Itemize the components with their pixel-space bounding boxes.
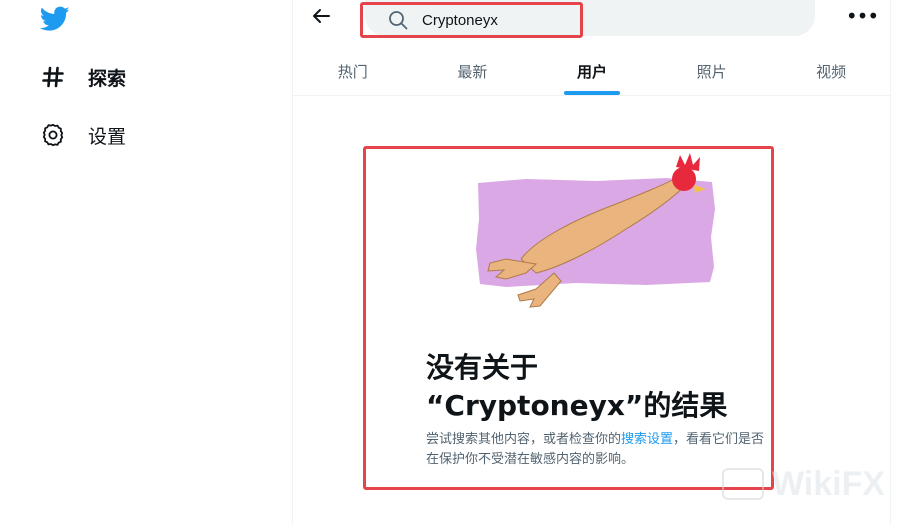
desc-text-before: 尝试搜索其他内容，或者检查你的: [426, 432, 622, 447]
tab-latest[interactable]: 最新: [413, 46, 533, 95]
wikifx-logo-icon: [722, 468, 764, 500]
sidebar-item-label: 探索: [88, 67, 127, 90]
sidebar-item-label: 设置: [88, 125, 127, 148]
sidebar-item-settings[interactable]: 设置: [40, 120, 126, 150]
arrow-left-icon: [312, 8, 330, 28]
search-tabs: 热门 最新 用户 照片 视频: [293, 46, 891, 96]
gear-icon: [40, 122, 66, 148]
twitter-bird-logo-icon[interactable]: [39, 6, 70, 32]
tab-people[interactable]: 用户: [532, 46, 652, 95]
tab-top[interactable]: 热门: [293, 46, 413, 95]
search-icon: [388, 10, 408, 30]
tab-photos[interactable]: 照片: [652, 46, 772, 95]
back-button[interactable]: [309, 6, 333, 30]
hashtag-icon: [40, 64, 66, 90]
watermark-text: WikiFX: [772, 464, 886, 503]
title-line-2: “Cryptoneyx”的结果: [426, 389, 728, 422]
search-settings-link[interactable]: 搜索设置: [621, 432, 673, 447]
main-column: ••• 热门 最新 用户 照片 视频 没有关于 “Cryptoneyx”的结果: [293, 0, 891, 525]
empty-state-description: 尝试搜索其他内容，或者检查你的搜索设置，看看它们是否在保护你不受潜在敏感内容的影…: [426, 430, 766, 470]
tab-videos[interactable]: 视频: [771, 46, 891, 95]
left-navigation: 探索 设置: [0, 0, 293, 525]
empty-state-title: 没有关于 “Cryptoneyx”的结果: [426, 349, 766, 425]
empty-results-card: 没有关于 “Cryptoneyx”的结果 尝试搜索其他内容，或者检查你的搜索设置…: [363, 146, 774, 490]
search-box[interactable]: [360, 2, 583, 38]
sidebar-item-explore[interactable]: 探索: [40, 62, 126, 92]
rubber-chicken-illustration: [466, 149, 726, 309]
wikifx-watermark: WikiFX: [722, 462, 902, 506]
title-line-1: 没有关于: [426, 351, 539, 384]
more-options-button[interactable]: •••: [846, 4, 879, 28]
search-input[interactable]: [422, 11, 562, 29]
